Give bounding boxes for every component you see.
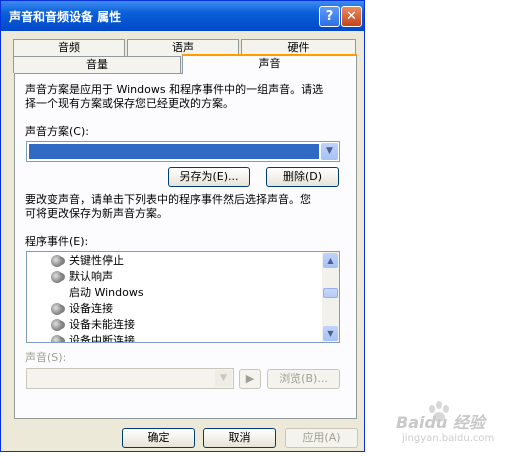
save-as-button[interactable]: 另存为(E)...	[168, 167, 250, 187]
scroll-thumb[interactable]	[323, 288, 338, 298]
instructions-line-1: 要改变声音，请单击下列表中的程序事件然后选择声音。您	[25, 193, 311, 206]
speaker-icon	[51, 255, 65, 267]
scheme-selection	[29, 144, 319, 159]
scheme-dropdown[interactable]: ▼	[26, 141, 340, 162]
speaker-icon	[51, 303, 65, 315]
scroll-down-icon[interactable]: ▼	[323, 326, 338, 341]
list-item[interactable]: 默认响声	[51, 269, 113, 285]
apply-button[interactable]: 应用(A)	[285, 428, 358, 448]
list-item[interactable]: 设备未能连接	[51, 317, 135, 333]
ok-button[interactable]: 确定	[122, 428, 195, 448]
scroll-up-icon[interactable]: ▲	[323, 253, 338, 268]
instructions-line-2: 可将更改保存为新声音方案。	[25, 207, 168, 220]
events-scrollbar[interactable]: ▲ ▼	[322, 252, 339, 342]
play-button[interactable]: ▶	[239, 369, 261, 389]
events-label: 程序事件(E):	[25, 235, 89, 248]
list-item[interactable]: 启动 Windows	[69, 285, 144, 301]
description-line-1: 声音方案是应用于 Windows 和程序事件中的一组声音。请选	[25, 83, 324, 96]
window-title: 声音和音频设备 属性	[9, 10, 122, 24]
speaker-icon	[51, 271, 65, 283]
watermark-url: jingyan.baidu.com	[402, 433, 495, 444]
close-button[interactable]: ✕	[341, 6, 362, 27]
speaker-icon	[51, 335, 65, 342]
sound-label: 声音(S):	[25, 351, 67, 364]
watermark-text: Baidu 经验	[396, 413, 485, 432]
tab-sounds[interactable]: 声音	[182, 54, 357, 74]
delete-button[interactable]: 删除(D)	[266, 167, 339, 187]
browse-button[interactable]: 浏览(B)...	[267, 369, 340, 389]
list-item[interactable]: 关键性停止	[51, 253, 124, 269]
list-item[interactable]: 设备中断连接	[51, 333, 135, 342]
properties-dialog: 声音和音频设备 属性 ? ✕ 音频 语声 硬件 音量 声音 声音方案是应用于 W…	[0, 0, 365, 452]
description-line-2: 择一个现有方案或保存您已经更改的方案。	[25, 97, 234, 110]
help-button[interactable]: ?	[319, 6, 340, 27]
cancel-button[interactable]: 取消	[203, 428, 276, 448]
chevron-down-icon: ▼	[215, 370, 232, 387]
scheme-label: 声音方案(C):	[25, 125, 89, 138]
chevron-down-icon[interactable]: ▼	[321, 143, 338, 160]
sound-dropdown[interactable]: ▼	[26, 368, 234, 389]
list-item[interactable]: 设备连接	[51, 301, 113, 317]
baidu-watermark: Baidu 经验 jingyan.baidu.com	[388, 395, 510, 451]
speaker-icon	[51, 319, 65, 331]
title-bar[interactable]: 声音和音频设备 属性 ? ✕	[1, 1, 364, 31]
tab-audio[interactable]: 音频	[13, 39, 125, 56]
tab-volume[interactable]: 音量	[13, 56, 181, 73]
events-list[interactable]: 关键性停止 默认响声 启动 Windows 设备连接 设备未能连接 设备中断连接…	[26, 251, 340, 343]
